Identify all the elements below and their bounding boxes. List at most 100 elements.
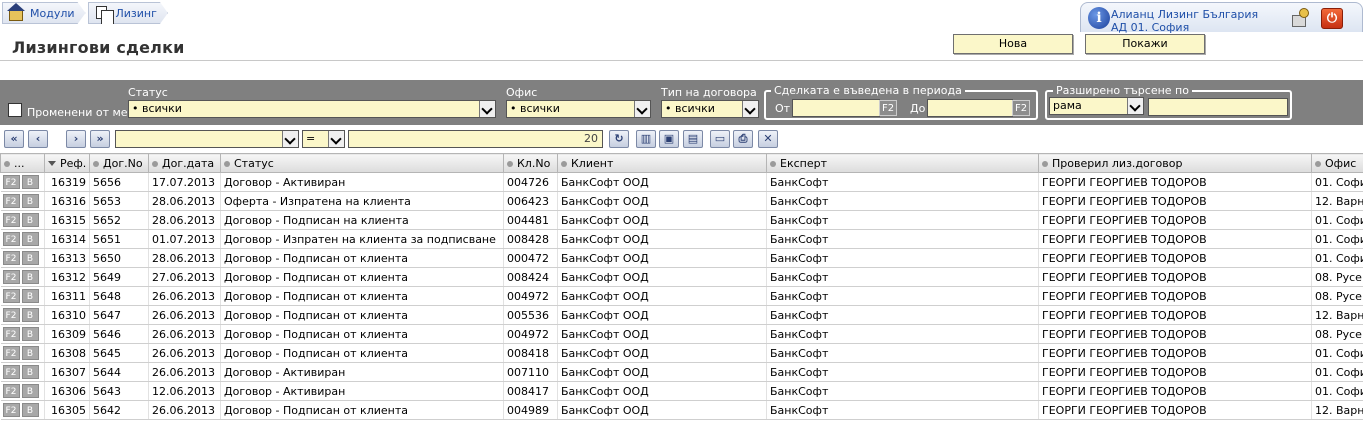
export-icon[interactable]: ▣	[659, 130, 679, 148]
cell-expert: БанкСофт	[766, 267, 1039, 287]
table-row[interactable]: F2 B 16309 5646 26.06.2013 Договор - Подписан…	[0, 324, 1363, 344]
show-button[interactable]: Покажи	[1085, 34, 1205, 54]
col-actions-header[interactable]: ...	[0, 153, 45, 173]
row-f2-button[interactable]: F2	[2, 289, 20, 303]
first-page-button[interactable]: «	[4, 130, 24, 148]
cell-date: 01.07.2013	[148, 229, 221, 249]
col-client-no-label: Кл.No	[517, 156, 551, 170]
cell-date: 26.06.2013	[148, 324, 221, 344]
row-b-button[interactable]: B	[21, 346, 39, 360]
row-b-button[interactable]: B	[21, 327, 39, 341]
from-date-f2-button[interactable]: F2	[879, 100, 897, 116]
row-f2-button[interactable]: F2	[2, 251, 20, 265]
table-row[interactable]: F2 B 16312 5649 27.06.2013 Договор - Подписан…	[0, 267, 1363, 287]
cell-office: 01. София	[1311, 210, 1363, 230]
operator-select[interactable]: =	[302, 130, 345, 148]
row-f2-button[interactable]: F2	[2, 213, 20, 227]
contract-type-select[interactable]: • всички	[661, 100, 759, 118]
advanced-search-input[interactable]	[1148, 98, 1288, 116]
row-b-button[interactable]: B	[21, 365, 39, 379]
table-row[interactable]: F2 B 16306 5643 12.06.2013 Договор - Активира…	[0, 381, 1363, 401]
cell-checked: ГЕОРГИ ГЕОРГИЕВ ТОДОРОВ	[1038, 324, 1312, 344]
print-preview-icon[interactable]: ▭	[710, 130, 730, 148]
cell-office: 08. Русе	[1311, 267, 1363, 287]
cell-status: Договор - Активиран	[220, 362, 504, 382]
table-row[interactable]: F2 B 16308 5645 26.06.2013 Договор - Подписан…	[0, 343, 1363, 363]
row-f2-button[interactable]: F2	[2, 327, 20, 341]
cell-date: 26.06.2013	[148, 343, 221, 363]
col-contract-date-header[interactable]: Дог.дата	[148, 153, 221, 173]
info-icon[interactable]: i	[1088, 7, 1110, 29]
row-f2-button[interactable]: F2	[2, 175, 20, 189]
company-name[interactable]: Алианц Лизинг България АД 01. София	[1111, 8, 1258, 34]
office-select[interactable]: • всички	[506, 100, 651, 118]
col-ref-header[interactable]: Реф.	[44, 153, 90, 173]
row-f2-button[interactable]: F2	[2, 194, 20, 208]
col-office-header[interactable]: Офис	[1311, 153, 1363, 173]
table-row[interactable]: F2 B 16313 5650 28.06.2013 Договор - Подписан…	[0, 248, 1363, 268]
row-f2-button[interactable]: F2	[2, 270, 20, 284]
col-client-no-header[interactable]: Кл.No	[503, 153, 558, 173]
row-b-button[interactable]: B	[21, 175, 39, 189]
row-f2-button[interactable]: F2	[2, 365, 20, 379]
contract-type-select-value: • всички	[665, 102, 715, 115]
save-icon[interactable]: ▤	[683, 130, 703, 148]
new-button[interactable]: Нова	[953, 34, 1073, 54]
breadcrumb-leasing[interactable]: Лизинг	[88, 2, 168, 24]
column-filter-select[interactable]	[115, 130, 299, 148]
row-b-button[interactable]: B	[21, 270, 39, 284]
breadcrumb-modules[interactable]: Модули	[2, 2, 86, 24]
row-b-button[interactable]: B	[21, 289, 39, 303]
refresh-icon[interactable]: ↻	[609, 130, 629, 148]
col-contract-no-header[interactable]: Дог.No	[89, 153, 149, 173]
table-row[interactable]: F2 B 16314 5651 01.07.2013 Договор - Изпратен…	[0, 229, 1363, 249]
cell-no: 5642	[89, 400, 149, 420]
row-f2-button[interactable]: F2	[2, 308, 20, 322]
table-row[interactable]: F2 B 16307 5644 26.06.2013 Договор - Активира…	[0, 362, 1363, 382]
settings-tools-icon[interactable]	[1289, 7, 1311, 29]
logout-power-icon[interactable]: ⏻	[1321, 8, 1343, 29]
last-page-button[interactable]: »	[90, 130, 110, 148]
to-date-f2-button[interactable]: F2	[1012, 100, 1030, 116]
page-size-input[interactable]: 20	[348, 130, 603, 148]
row-b-button[interactable]: B	[21, 251, 39, 265]
col-checked-by-header[interactable]: Проверил лиз.договор	[1038, 153, 1312, 173]
from-date-input[interactable]	[792, 99, 880, 117]
row-f2-button[interactable]: F2	[2, 384, 20, 398]
cell-clno: 004972	[503, 286, 558, 306]
chevron-down-icon	[328, 131, 344, 147]
changed-by-me-checkbox[interactable]	[8, 103, 22, 117]
cell-ref: 16305	[44, 400, 90, 420]
row-b-button[interactable]: B	[21, 213, 39, 227]
prev-page-button[interactable]: ‹	[28, 130, 48, 148]
cell-client: БанкСофт ООД	[557, 343, 767, 363]
cell-office: 01. София	[1311, 381, 1363, 401]
col-client-header[interactable]: Клиент	[557, 153, 767, 173]
row-b-button[interactable]: B	[21, 232, 39, 246]
table-row[interactable]: F2 B 16305 5642 26.06.2013 Договор - Подписан…	[0, 400, 1363, 420]
advanced-search-select[interactable]: рама	[1049, 97, 1144, 115]
col-expert-header[interactable]: Експерт	[766, 153, 1039, 173]
row-f2-button[interactable]: F2	[2, 403, 20, 417]
row-b-button[interactable]: B	[21, 384, 39, 398]
table-row[interactable]: F2 B 16316 5653 28.06.2013 Оферта - Изпратена…	[0, 191, 1363, 211]
table-row[interactable]: F2 B 16315 5652 28.06.2013 Договор - Подписан…	[0, 210, 1363, 230]
row-f2-button[interactable]: F2	[2, 232, 20, 246]
table-row[interactable]: F2 B 16311 5648 26.06.2013 Договор - Подписан…	[0, 286, 1363, 306]
columns-icon[interactable]: ▥	[636, 130, 656, 148]
row-b-button[interactable]: B	[21, 308, 39, 322]
table-row[interactable]: F2 B 16319 5656 17.07.2013 Договор - Активира…	[0, 172, 1363, 192]
row-b-button[interactable]: B	[21, 194, 39, 208]
changed-by-me-label: Променени от мен	[27, 106, 135, 119]
row-f2-button[interactable]: F2	[2, 346, 20, 360]
to-date-input[interactable]	[927, 99, 1013, 117]
cell-checked: ГЕОРГИ ГЕОРГИЕВ ТОДОРОВ	[1038, 229, 1312, 249]
cell-office: 08. Русе	[1311, 286, 1363, 306]
status-select[interactable]: • всички	[128, 100, 496, 118]
col-status-header[interactable]: Статус	[220, 153, 504, 173]
print-icon[interactable]: ⎙	[733, 130, 753, 148]
next-page-button[interactable]: ›	[66, 130, 86, 148]
table-row[interactable]: F2 B 16310 5647 26.06.2013 Договор - Подписан…	[0, 305, 1363, 325]
row-b-button[interactable]: B	[21, 403, 39, 417]
excel-icon[interactable]: ✕	[758, 130, 778, 148]
